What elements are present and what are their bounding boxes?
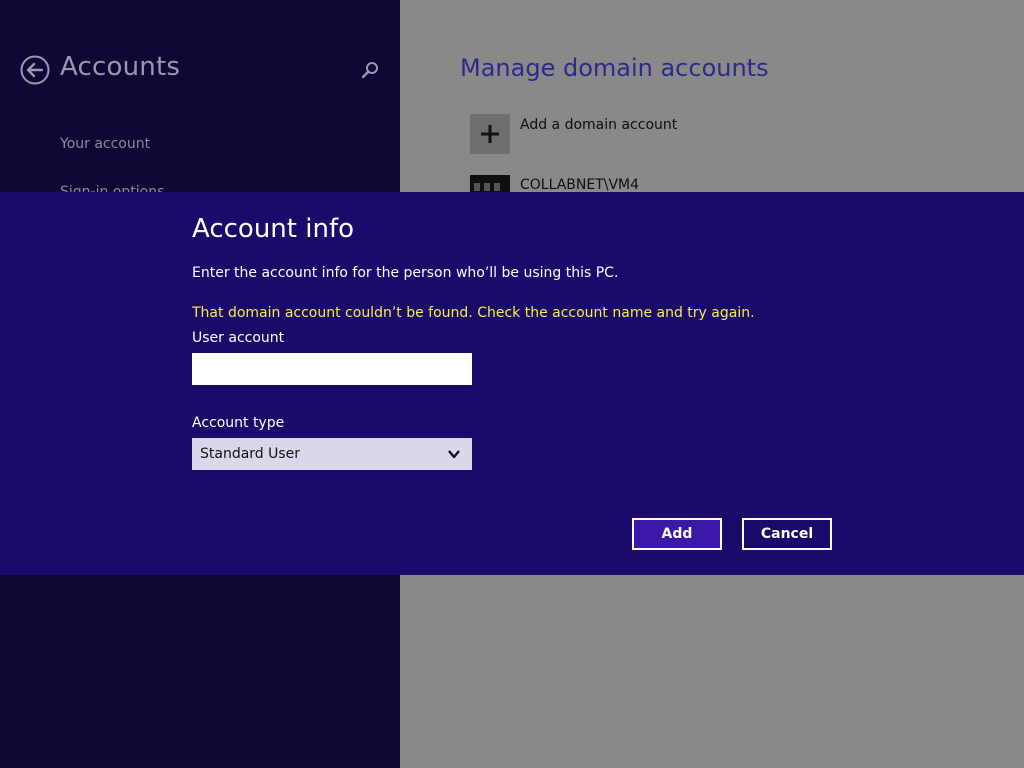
nav-item-sign-in-options[interactable]: Sign-in options (60, 184, 164, 192)
user-account-label: User account (192, 330, 285, 346)
dialog-title: Account info (192, 214, 355, 244)
account-name[interactable]: COLLABNET\VM4 (520, 177, 639, 193)
chevron-down-icon (448, 450, 460, 459)
user-account-input[interactable] (192, 353, 472, 385)
back-arrow-icon[interactable] (20, 55, 50, 85)
content-title: Manage domain accounts (460, 54, 769, 82)
account-type-value: Standard User (200, 446, 301, 462)
add-domain-account-link[interactable]: Add a domain account (520, 117, 677, 133)
add-account-tile[interactable] (470, 114, 510, 154)
account-type-label: Account type (192, 415, 285, 431)
dialog-subtitle: Enter the account info for the person wh… (192, 265, 619, 281)
add-button[interactable]: Add (632, 518, 722, 550)
account-type-select[interactable]: Standard User (192, 438, 472, 470)
error-message: That domain account couldn’t be found. C… (192, 305, 755, 321)
cancel-button[interactable]: Cancel (742, 518, 832, 550)
search-icon[interactable] (360, 60, 380, 80)
pane-title: Accounts (60, 52, 181, 82)
account-info-dialog: Account info Enter the account info for … (0, 192, 1024, 575)
plus-icon (481, 125, 499, 143)
nav-item-your-account[interactable]: Your account (60, 136, 150, 152)
